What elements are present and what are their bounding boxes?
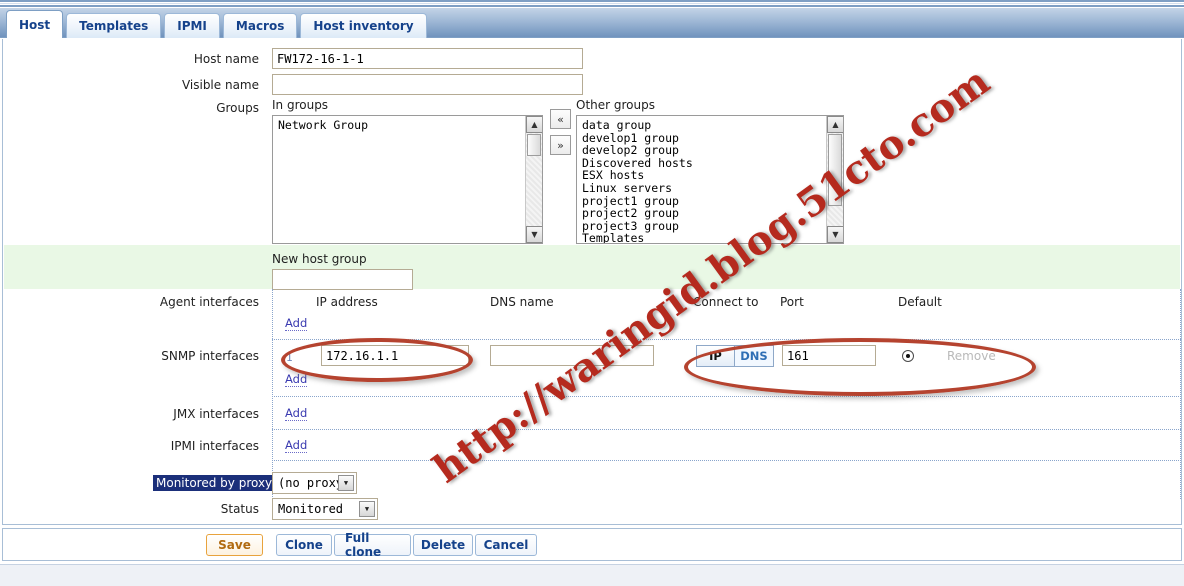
snmp-interfaces-label: SNMP interfaces — [161, 349, 259, 363]
agent-interfaces-label: Agent interfaces — [159, 295, 259, 309]
new-host-group-label: New host group — [272, 252, 367, 266]
snmp-connect-ip-label: IP — [709, 349, 722, 363]
tab-host[interactable]: Host — [6, 10, 64, 38]
snmp-dns-name-input[interactable] — [490, 345, 654, 366]
host-name-input[interactable] — [272, 48, 583, 69]
scroll-up-icon[interactable]: ▲ — [526, 116, 542, 133]
other-group-list-item[interactable]: project2 group — [582, 207, 826, 220]
snmp-connect-ip-button[interactable]: IP — [697, 346, 735, 366]
status-label: Status — [220, 502, 259, 516]
page-footer-strip — [0, 564, 1184, 586]
interfaces-column — [272, 289, 1181, 499]
form-button-bar: Save Clone Full clone Delete Cancel — [2, 528, 1182, 561]
tab-macros[interactable]: Macros — [222, 13, 298, 38]
other-group-list-item[interactable]: data group — [582, 119, 826, 132]
move-to-other-groups-button[interactable]: » — [550, 135, 571, 155]
tab-host-label: Host — [19, 17, 51, 32]
chevron-down-icon[interactable]: ▼ — [359, 501, 375, 517]
agent-interfaces-add-link[interactable]: Add — [285, 317, 308, 331]
cancel-button-label: Cancel — [483, 538, 529, 552]
other-group-list-item[interactable]: develop2 group — [582, 144, 826, 157]
in-groups-title: In groups — [272, 98, 329, 112]
in-groups-scroll-thumb[interactable] — [527, 134, 541, 156]
snmp-interfaces-add-link[interactable]: Add — [285, 373, 308, 387]
jmx-interfaces-add-link[interactable]: Add — [285, 407, 308, 421]
delete-button[interactable]: Delete — [413, 534, 473, 556]
visible-name-input[interactable] — [272, 74, 583, 95]
jmx-interfaces-label: JMX interfaces — [173, 407, 259, 421]
col-port: Port — [780, 295, 804, 309]
other-groups-items[interactable]: data group develop1 group develop2 group Di… — [577, 116, 826, 243]
snmp-connect-dns-button[interactable]: DNS — [735, 346, 773, 366]
tab-host-inventory-label: Host inventory — [313, 19, 414, 33]
snmp-interface-index: 1 — [286, 351, 293, 364]
other-groups-scroll-thumb[interactable] — [828, 134, 842, 206]
in-groups-scrollbar[interactable]: ▲ ▼ — [525, 116, 542, 243]
snmp-port-input[interactable] — [782, 345, 876, 366]
snmp-remove-link[interactable]: Remove — [947, 349, 996, 363]
other-groups-listbox[interactable]: data group develop1 group develop2 group Di… — [576, 115, 844, 244]
tab-strip: Host Templates IPMI Macros Host inventor… — [0, 8, 1184, 38]
row-separator-jmx — [272, 396, 1181, 397]
tab-ipmi-label: IPMI — [177, 19, 207, 33]
ipmi-interfaces-label: IPMI interfaces — [170, 439, 259, 453]
monitored-by-proxy-select[interactable]: (no proxy) ▼ — [272, 472, 357, 494]
scroll-up-icon[interactable]: ▲ — [827, 116, 843, 133]
tab-ipmi[interactable]: IPMI — [164, 13, 220, 38]
tab-list: Host Templates IPMI Macros Host inventor… — [6, 8, 430, 38]
tab-templates-label: Templates — [79, 19, 149, 33]
full-clone-button[interactable]: Full clone — [334, 531, 411, 559]
status-value: Monitored — [278, 502, 344, 516]
chevron-down-icon[interactable]: ▼ — [338, 475, 354, 491]
host-name-label: Host name — [193, 52, 259, 66]
app-root: Host Templates IPMI Macros Host inventor… — [0, 0, 1184, 586]
scroll-down-icon[interactable]: ▼ — [827, 226, 843, 243]
row-separator-ipmi — [272, 429, 1181, 430]
top-rule-1 — [0, 0, 1184, 2]
save-button[interactable]: Save — [206, 534, 263, 556]
move-to-in-groups-button[interactable]: « — [550, 109, 571, 129]
in-groups-items[interactable]: Network Group — [273, 116, 525, 243]
host-form: Host name Visible name Groups In groups … — [2, 39, 1182, 525]
tab-templates[interactable]: Templates — [66, 13, 162, 38]
move-right-icon: » — [557, 138, 564, 152]
snmp-connect-dns-label: DNS — [740, 349, 768, 363]
other-group-list-item[interactable]: Templates — [582, 232, 826, 243]
snmp-default-radio[interactable] — [902, 350, 914, 362]
in-group-list-item[interactable]: Network Group — [278, 119, 525, 132]
ipmi-interfaces-add-link[interactable]: Add — [285, 439, 308, 453]
visible-name-label: Visible name — [181, 78, 259, 92]
full-clone-button-label: Full clone — [345, 531, 382, 559]
top-rule-3 — [0, 5, 1184, 7]
row-separator-bottom — [272, 460, 1181, 461]
save-button-label: Save — [218, 538, 251, 552]
status-select[interactable]: Monitored ▼ — [272, 498, 378, 520]
clone-button-label: Clone — [285, 538, 323, 552]
groups-label: Groups — [216, 101, 259, 115]
snmp-connect-to-toggle[interactable]: IP DNS — [696, 345, 774, 367]
monitored-by-proxy-label: Monitored by proxy — [153, 475, 276, 491]
in-groups-block: In groups Network Group ▲ ▼ — [272, 98, 543, 244]
new-host-group-input[interactable] — [272, 269, 413, 290]
other-groups-scrollbar[interactable]: ▲ ▼ — [826, 116, 843, 243]
move-left-icon: « — [557, 112, 564, 126]
other-groups-title: Other groups — [576, 98, 655, 112]
snmp-ip-address-input[interactable] — [321, 345, 469, 366]
row-separator-snmp — [272, 339, 1181, 340]
in-groups-listbox[interactable]: Network Group ▲ ▼ — [272, 115, 543, 244]
col-dns-name: DNS name — [490, 295, 554, 309]
col-connect-to: Connect to — [693, 295, 759, 309]
delete-button-label: Delete — [420, 538, 466, 552]
clone-button[interactable]: Clone — [276, 534, 332, 556]
scroll-down-icon[interactable]: ▼ — [526, 226, 542, 243]
tab-macros-label: Macros — [235, 19, 285, 33]
tab-host-inventory[interactable]: Host inventory — [300, 13, 427, 38]
new-host-group-band — [4, 245, 1180, 289]
other-group-list-item[interactable]: Linux servers — [582, 182, 826, 195]
col-default: Default — [898, 295, 942, 309]
other-groups-block: Other groups data group develop1 group dev… — [576, 98, 844, 244]
cancel-button[interactable]: Cancel — [475, 534, 537, 556]
col-ip-address: IP address — [316, 295, 378, 309]
top-rule-2 — [0, 3, 1184, 4]
